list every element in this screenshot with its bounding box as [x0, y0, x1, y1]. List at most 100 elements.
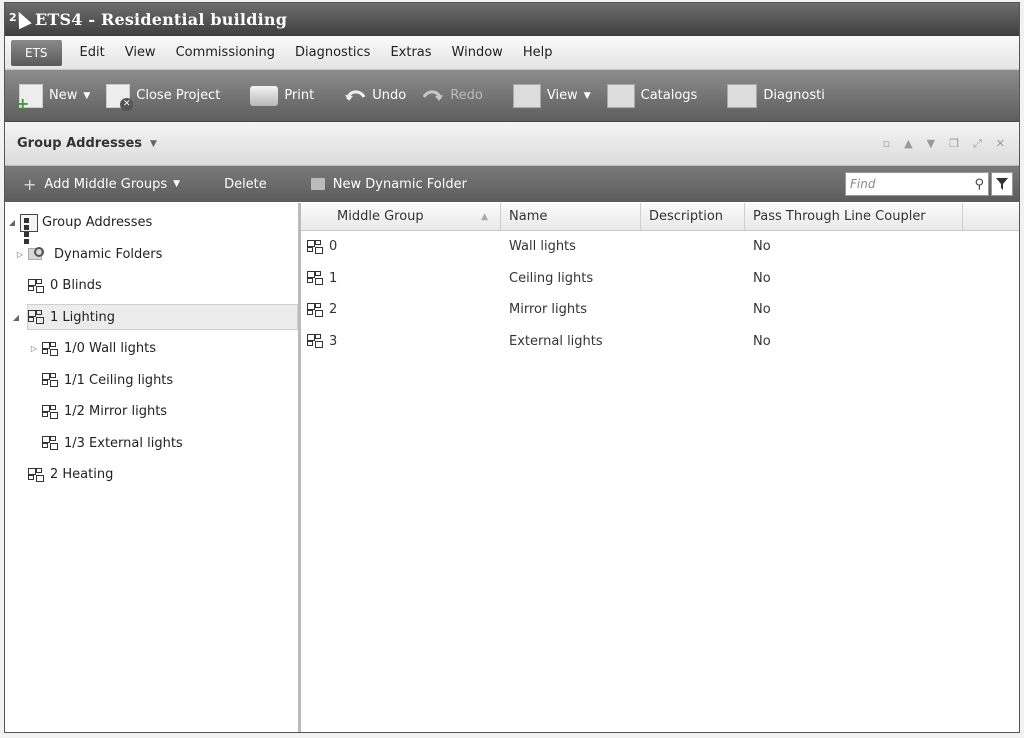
menu-diagnostics[interactable]: Diagnostics: [285, 40, 380, 66]
catalogs-button[interactable]: Catalogs: [599, 79, 706, 113]
menu-view[interactable]: View: [115, 40, 166, 66]
ets-menu-button[interactable]: ETS: [11, 39, 62, 66]
column-header-pass-through[interactable]: Pass Through Line Coupler: [745, 203, 963, 230]
undo-button[interactable]: Undo: [336, 79, 414, 113]
middle-groups-grid: Middle Group ▲ Name Description Pass Thr…: [301, 203, 1019, 732]
panel-header: Group Addresses ▼ ▫ ▲ ▼ ❐ ⤢ ✕: [5, 122, 1019, 166]
plus-icon: +: [23, 174, 37, 194]
window-title: ETS4 - Residential building: [35, 10, 288, 29]
middle-group-icon: [307, 302, 323, 317]
tree-item-heating[interactable]: 2 Heating: [5, 459, 298, 491]
panel-window-controls: ▫ ▲ ▼ ❐ ⤢ ✕: [883, 137, 1019, 151]
new-dynamic-folder-label: New Dynamic Folder: [332, 176, 467, 192]
new-button[interactable]: New ▼: [11, 79, 98, 113]
dynamic-folder-icon: [28, 245, 50, 263]
printer-icon: [250, 85, 279, 106]
middle-group-icon: [42, 436, 58, 451]
chevron-down-icon[interactable]: ▼: [83, 91, 90, 101]
add-middle-groups-button[interactable]: + Add Middle Groups ▼: [15, 170, 188, 198]
ets-logo-icon: 2: [9, 8, 32, 31]
middle-group-icon: [42, 341, 58, 356]
view-label: View: [546, 88, 578, 103]
column-header-description[interactable]: Description: [641, 203, 745, 230]
arrow-down-icon[interactable]: ▼: [927, 137, 935, 151]
app-window: 2 ETS4 - Residential building ETS Edit V…: [4, 2, 1020, 733]
find-input[interactable]: [850, 177, 956, 191]
catalogs-label: Catalogs: [640, 88, 698, 103]
tree-item-external-lights[interactable]: 1/3 External lights: [5, 428, 298, 460]
close-icon[interactable]: ✕: [996, 137, 1005, 151]
delete-button[interactable]: Delete: [216, 170, 275, 198]
tree-item-blinds[interactable]: 0 Blinds: [5, 270, 298, 302]
close-project-label: Close Project: [136, 88, 221, 103]
close-project-icon: [106, 83, 134, 111]
middle-group-icon: [42, 404, 58, 419]
chevron-down-icon[interactable]: ▼: [584, 91, 591, 101]
menu-edit[interactable]: Edit: [70, 40, 115, 66]
table-row[interactable]: 1 Ceiling lights No: [301, 263, 1019, 295]
search-icon[interactable]: ⚲: [974, 177, 984, 192]
new-label: New: [49, 88, 78, 103]
chevron-down-icon[interactable]: ▼: [173, 179, 180, 189]
catalog-book-icon: [606, 83, 635, 108]
diagnostics-button[interactable]: Diagnosti: [719, 79, 833, 113]
chevron-down-icon[interactable]: ▼: [150, 139, 157, 149]
column-header-name[interactable]: Name: [501, 203, 641, 230]
collapsed-arrow-icon[interactable]: ▷: [13, 250, 27, 259]
undo-icon: [345, 90, 366, 101]
tree-item-dynamic-folders[interactable]: ▷ Dynamic Folders: [5, 239, 298, 271]
main-group-icon: [28, 467, 44, 482]
maximize-icon[interactable]: ⤢: [973, 137, 982, 151]
find-box: ⚲: [845, 172, 989, 196]
redo-label: Redo: [450, 88, 483, 103]
diagnostics-icon: [727, 83, 758, 108]
tree-item-lighting[interactable]: ◢ 1 Lighting: [5, 302, 298, 334]
middle-group-icon: [307, 334, 323, 349]
expanded-arrow-icon[interactable]: ◢: [5, 218, 19, 227]
tree-item-ceiling-lights[interactable]: 1/1 Ceiling lights: [5, 365, 298, 397]
group-address-tree: ◢ Group Addresses ▷ Dynamic Folders 0 Bl…: [5, 203, 301, 732]
title-bar: 2 ETS4 - Residential building: [5, 3, 1019, 36]
middle-group-icon: [307, 239, 323, 254]
restore-icon[interactable]: ❐: [949, 137, 959, 151]
new-document-icon: [16, 83, 43, 113]
menu-extras[interactable]: Extras: [380, 40, 441, 66]
sort-up-icon: ▲: [481, 211, 488, 222]
column-header-middle-group[interactable]: Middle Group ▲: [301, 203, 501, 230]
tree-item-wall-lights[interactable]: ▷ 1/0 Wall lights: [5, 333, 298, 365]
tree-item-mirror-lights[interactable]: 1/2 Mirror lights: [5, 396, 298, 428]
grid-header: Middle Group ▲ Name Description Pass Thr…: [301, 203, 1019, 231]
filter-icon[interactable]: [991, 172, 1013, 196]
print-button[interactable]: Print: [242, 79, 322, 113]
print-label: Print: [284, 88, 315, 103]
panel-title[interactable]: Group Addresses: [17, 136, 142, 151]
menu-commissioning[interactable]: Commissioning: [166, 40, 285, 66]
folder-icon: [310, 178, 325, 190]
collapsed-arrow-icon[interactable]: ▷: [27, 344, 41, 353]
main-toolbar: New ▼ Close Project Print Undo Redo View…: [5, 70, 1019, 122]
menu-bar: ETS Edit View Commissioning Diagnostics …: [5, 36, 1019, 70]
view-button[interactable]: View ▼: [505, 79, 599, 113]
menu-window[interactable]: Window: [442, 40, 513, 66]
new-dynamic-folder-button[interactable]: New Dynamic Folder: [303, 170, 475, 198]
middle-group-icon: [42, 373, 58, 388]
diagnostics-label: Diagnosti: [763, 88, 825, 103]
redo-icon: [422, 90, 444, 101]
tree-item-group-addresses[interactable]: ◢ Group Addresses: [5, 207, 298, 244]
panel-toolbar: + Add Middle Groups ▼ Delete New Dynamic…: [5, 166, 1019, 202]
table-row[interactable]: 2 Mirror lights No: [301, 294, 1019, 326]
expanded-arrow-icon[interactable]: ◢: [5, 313, 27, 322]
middle-group-icon: [307, 271, 323, 286]
table-row[interactable]: 3 External lights No: [301, 326, 1019, 358]
main-group-icon: [28, 310, 44, 325]
view-layout-icon: [512, 83, 541, 108]
add-middle-groups-label: Add Middle Groups: [44, 176, 168, 192]
menu-help[interactable]: Help: [513, 40, 563, 66]
arrow-up-icon[interactable]: ▲: [904, 137, 912, 151]
content-area: ◢ Group Addresses ▷ Dynamic Folders 0 Bl…: [5, 203, 1019, 732]
redo-button[interactable]: Redo: [414, 79, 491, 113]
close-project-button[interactable]: Close Project: [98, 79, 228, 113]
table-row[interactable]: 0 Wall lights No: [301, 231, 1019, 263]
pin-icon[interactable]: ▫: [883, 137, 890, 151]
undo-label: Undo: [372, 88, 407, 103]
